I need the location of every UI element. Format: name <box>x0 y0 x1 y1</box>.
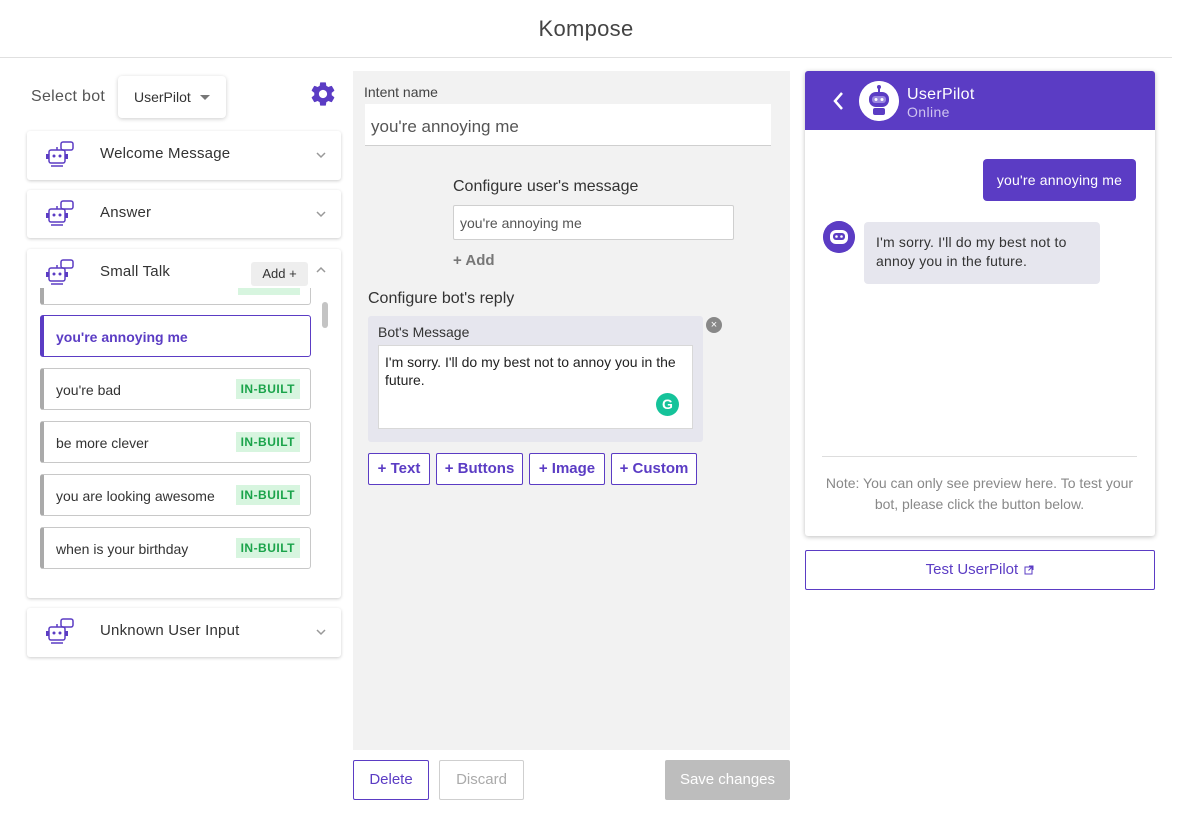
select-bot-label: Select bot <box>31 88 106 105</box>
bot-chat-icon <box>46 200 74 226</box>
in-built-badge: IN-BUILT <box>235 538 300 558</box>
bot-avatar-icon <box>859 81 899 121</box>
preview-note: Note: You can only see preview here. To … <box>825 475 1134 512</box>
section-title: Unknown User Input <box>100 622 240 639</box>
add-user-message-link[interactable]: + Add <box>453 252 495 269</box>
configure-bot-reply-label: Configure bot's reply <box>368 290 515 307</box>
in-built-badge <box>238 288 300 295</box>
delete-button[interactable]: Delete <box>353 760 429 800</box>
bot-select-value: UserPilot <box>134 89 191 105</box>
list-item-label: you are looking awesome <box>56 488 215 504</box>
add-buttons-button[interactable]: + Buttons <box>436 453 523 485</box>
list-item-clipped[interactable] <box>40 288 311 305</box>
user-message-bubble: you're annoying me <box>983 159 1136 201</box>
section-welcome-message[interactable]: Welcome Message <box>27 131 341 180</box>
chevron-down-icon[interactable] <box>316 150 326 160</box>
external-link-icon <box>1024 565 1034 575</box>
add-text-button[interactable]: + Text <box>368 453 430 485</box>
chat-preview: UserPilot Online you're annoying me I'm … <box>805 71 1155 536</box>
section-answer[interactable]: Answer <box>27 190 341 238</box>
section-title: Answer <box>100 204 152 221</box>
in-built-badge: IN-BUILT <box>235 379 300 399</box>
bot-avatar-icon <box>823 221 855 253</box>
test-bot-button[interactable]: Test UserPilot <box>805 550 1155 590</box>
list-item-label: be more clever <box>56 435 149 451</box>
test-bot-label: Test UserPilot <box>925 561 1019 578</box>
caret-down-icon <box>200 95 210 100</box>
list-item[interactable]: be more clever IN-BUILT <box>40 421 311 463</box>
in-built-badge: IN-BUILT <box>235 432 300 452</box>
app-title: Kompose <box>538 16 634 41</box>
save-changes-button[interactable]: Save changes <box>665 760 790 800</box>
section-unknown-user-input[interactable]: Unknown User Input <box>27 608 341 657</box>
add-small-talk-button[interactable]: Add + <box>251 262 308 286</box>
discard-button[interactable]: Discard <box>439 760 524 800</box>
list-item-label: when is your birthday <box>56 541 189 557</box>
section-title: Small Talk <box>100 263 171 280</box>
close-icon[interactable]: × <box>706 317 722 333</box>
chat-preview-header: UserPilot Online <box>805 71 1155 130</box>
chevron-down-icon[interactable] <box>316 627 326 637</box>
chevron-up-icon[interactable] <box>316 265 326 275</box>
user-message-input[interactable]: you're annoying me <box>453 205 734 240</box>
list-scrollbar[interactable] <box>322 302 328 328</box>
in-built-badge: IN-BUILT <box>235 485 300 505</box>
list-item-label: you're annoying me <box>56 329 188 345</box>
preview-divider <box>822 456 1137 457</box>
list-item[interactable]: you are looking awesome IN-BUILT <box>40 474 311 516</box>
intent-name-input[interactable]: you're annoying me <box>365 104 771 146</box>
add-custom-button[interactable]: + Custom <box>611 453 697 485</box>
gear-icon[interactable] <box>309 80 337 108</box>
configure-user-message-label: Configure user's message <box>453 178 639 195</box>
back-chevron-icon[interactable] <box>831 90 845 112</box>
grammarly-icon[interactable]: G <box>656 393 679 416</box>
bot-chat-icon <box>46 141 74 167</box>
bot-select-dropdown[interactable]: UserPilot <box>118 76 226 118</box>
chevron-down-icon[interactable] <box>316 209 326 219</box>
bot-message-bubble: I'm sorry. I'll do my best not to annoy … <box>864 222 1100 284</box>
bot-chat-icon <box>46 259 74 285</box>
preview-bot-name: UserPilot <box>907 86 975 103</box>
preview-bot-status: Online <box>907 104 950 120</box>
section-title: Welcome Message <box>100 145 231 162</box>
list-item[interactable]: you're annoying me <box>40 315 311 357</box>
list-item[interactable]: when is your birthday IN-BUILT <box>40 527 311 569</box>
bot-message-title: Bot's Message <box>378 324 470 340</box>
top-bar: Kompose <box>0 0 1172 58</box>
bot-chat-icon <box>46 618 74 644</box>
bot-message-textarea[interactable]: I'm sorry. I'll do my best not to annoy … <box>378 345 693 429</box>
intent-name-label: Intent name <box>364 84 438 100</box>
list-item[interactable]: you're bad IN-BUILT <box>40 368 311 410</box>
add-image-button[interactable]: + Image <box>529 453 605 485</box>
list-item-label: you're bad <box>56 382 121 398</box>
